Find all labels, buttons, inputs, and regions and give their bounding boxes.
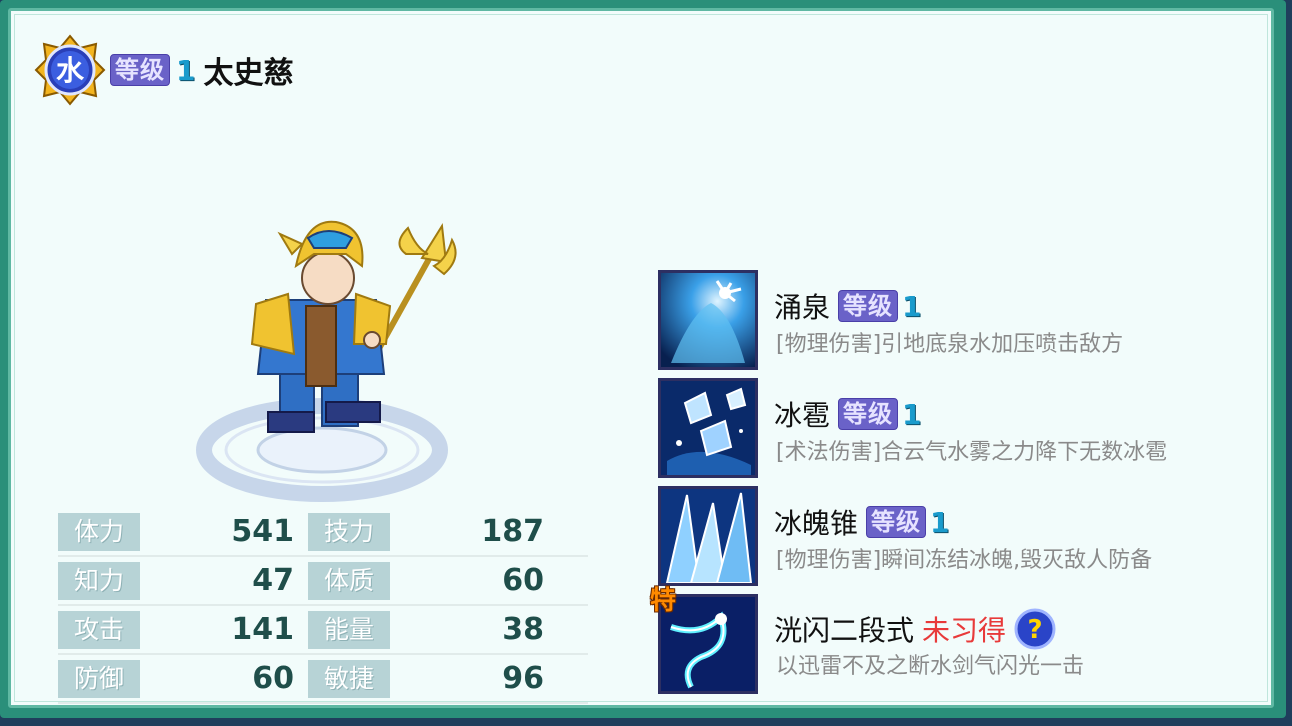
element-label: 水 — [56, 54, 85, 87]
not-learned-status: 未习得 — [922, 614, 1007, 647]
stat-row: 知力 47 体质 60 — [58, 557, 588, 606]
water-spout-icon[interactable] — [658, 270, 758, 370]
skill-level: 1 — [902, 397, 922, 431]
stat-label: 技力 — [308, 512, 390, 551]
stat-row: 攻击 141 能量 38 — [58, 606, 588, 655]
skill-description: [术法伤害]合云气水雾之力降下无数冰雹 — [776, 440, 1168, 465]
stat-label: 攻击 — [58, 610, 140, 649]
stat-label: 知力 — [58, 561, 140, 600]
stat-row: 体力 541 技力 187 — [58, 508, 588, 557]
water-element-icon: 水 — [34, 34, 106, 106]
stat-value: 141 — [231, 612, 294, 647]
skill-level-tag: 等级 — [838, 398, 899, 430]
skill-description: [物理伤害]引地底泉水加压喷击敌方 — [776, 332, 1124, 357]
skill-level-tag: 等级 — [838, 290, 899, 322]
skill-name: 冰魄锥 — [774, 507, 859, 540]
stat-label: 敏捷 — [308, 659, 390, 698]
special-badge: 特 — [650, 586, 677, 616]
stat-label: 防御 — [58, 659, 140, 698]
stat-value: 96 — [502, 661, 544, 696]
skill-name: 涌泉 — [774, 291, 831, 324]
level-tag: 等级 — [110, 54, 170, 86]
stat-value: 60 — [252, 661, 294, 696]
help-icon[interactable]: ? — [1014, 608, 1056, 650]
stat-value: 541 — [231, 514, 294, 549]
stat-row: 防御 60 敏捷 96 — [58, 655, 588, 704]
stats-table: 体力 541 技力 187 知力 47 体质 60 攻击 141 能量 38 防御 60 敏捷… — [58, 508, 588, 704]
stat-label: 体质 — [308, 561, 390, 600]
ice-cone-icon[interactable] — [658, 486, 758, 586]
skill-name: 冰雹 — [774, 399, 831, 432]
skill-level: 1 — [902, 289, 922, 323]
skill-description: 以迅雷不及之断水剑气闪光一击 — [776, 654, 1085, 679]
svg-text:?: ? — [1027, 615, 1042, 645]
hero-sprite — [196, 214, 458, 504]
skill-name: 洸闪二段式 — [774, 614, 915, 647]
stat-value: 38 — [502, 612, 544, 647]
hail-icon[interactable] — [658, 378, 758, 478]
skill-level: 1 — [930, 505, 950, 539]
stat-label: 体力 — [58, 512, 140, 551]
skill-level-tag: 等级 — [866, 506, 927, 538]
hero-name: 太史慈 — [203, 56, 294, 91]
skill-description: [物理伤害]瞬间冻结冰魄,毁灭敌人防备 — [776, 548, 1153, 573]
stat-value: 187 — [481, 514, 544, 549]
stat-value: 47 — [252, 563, 294, 598]
hero-level: 1 — [176, 53, 196, 87]
stat-label: 能量 — [308, 610, 390, 649]
hero-header: 水 等级 1 太史慈 — [34, 34, 293, 106]
stat-value: 60 — [502, 563, 544, 598]
